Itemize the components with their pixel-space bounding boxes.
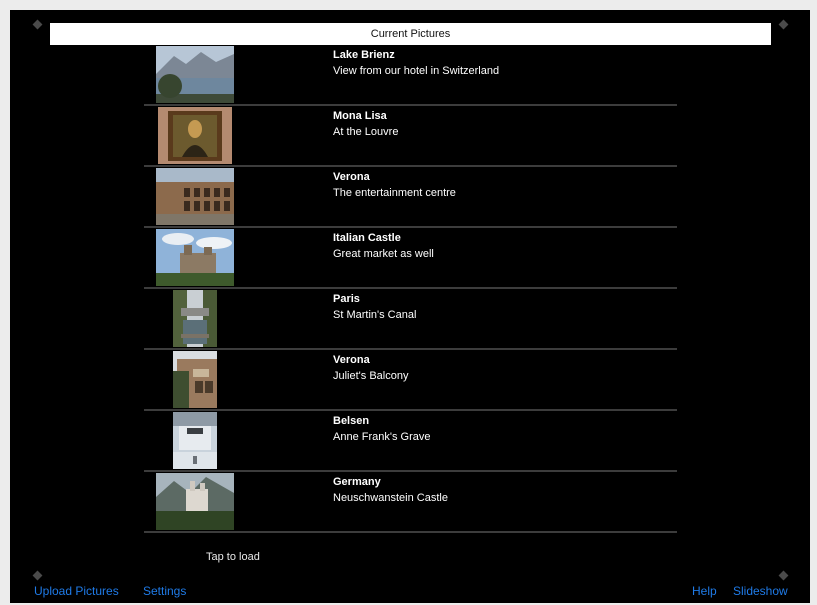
corner-marker-bottom-right: [778, 570, 789, 581]
picture-text: Verona The entertainment centre: [333, 170, 456, 201]
app-screen: Current Pictures Lake Brienz View from o…: [10, 10, 810, 603]
picture-title: Verona: [333, 171, 370, 183]
picture-text: Paris St Martin's Canal: [333, 292, 416, 323]
picture-caption: Anne Frank's Grave: [333, 431, 431, 443]
juliets-balcony-thumbnail: [173, 351, 217, 408]
picture-text: Italian Castle Great market as well: [333, 231, 434, 262]
belsen-thumbnail: [173, 412, 217, 469]
picture-caption: Juliet's Balcony: [333, 370, 409, 382]
picture-caption: View from our hotel in Switzerland: [333, 65, 500, 77]
lake-brienz-thumbnail: [156, 46, 234, 103]
picture-text: Mona Lisa At the Louvre: [333, 109, 398, 140]
picture-row-italian-castle[interactable]: Italian Castle Great market as well: [144, 228, 677, 289]
upload-pictures-button[interactable]: Upload Pictures: [34, 584, 119, 598]
page-title: Current Pictures: [50, 23, 771, 45]
picture-row-lake-brienz[interactable]: Lake Brienz View from our hotel in Switz…: [144, 45, 677, 106]
neuschwanstein-thumbnail: [156, 473, 234, 530]
help-button[interactable]: Help: [692, 584, 717, 598]
picture-title: Verona: [333, 354, 370, 366]
picture-row-paris-canal[interactable]: Paris St Martin's Canal: [144, 289, 677, 350]
verona-arena-thumbnail: [156, 168, 234, 225]
settings-button[interactable]: Settings: [143, 584, 186, 598]
picture-title: Paris: [333, 293, 360, 305]
picture-row-juliets-balcony[interactable]: Verona Juliet's Balcony: [144, 350, 677, 411]
picture-title: Belsen: [333, 415, 370, 427]
picture-row-belsen[interactable]: Belsen Anne Frank's Grave: [144, 411, 677, 472]
picture-caption: The entertainment centre: [333, 187, 456, 199]
picture-title: Lake Brienz: [333, 49, 395, 61]
picture-text: Germany Neuschwanstein Castle: [333, 475, 448, 506]
picture-caption: Neuschwanstein Castle: [333, 492, 448, 504]
corner-marker-top-right: [778, 19, 789, 30]
picture-title: Mona Lisa: [333, 110, 387, 122]
mona-lisa-thumbnail: [158, 107, 232, 164]
picture-text: Verona Juliet's Balcony: [333, 353, 408, 384]
picture-title: Germany: [333, 476, 381, 488]
tap-to-load-button[interactable]: Tap to load: [206, 551, 260, 563]
corner-marker-top-left: [32, 19, 43, 30]
picture-list: Lake Brienz View from our hotel in Switz…: [144, 45, 677, 533]
picture-row-mona-lisa[interactable]: Mona Lisa At the Louvre: [144, 106, 677, 167]
picture-title: Italian Castle: [333, 232, 401, 244]
picture-row-verona-arena[interactable]: Verona The entertainment centre: [144, 167, 677, 228]
picture-row-neuschwanstein[interactable]: Germany Neuschwanstein Castle: [144, 472, 677, 533]
picture-caption: St Martin's Canal: [333, 309, 417, 321]
picture-text: Lake Brienz View from our hotel in Switz…: [333, 48, 499, 79]
picture-text: Belsen Anne Frank's Grave: [333, 414, 430, 445]
picture-caption: At the Louvre: [333, 126, 399, 138]
paris-canal-thumbnail: [173, 290, 217, 347]
picture-caption: Great market as well: [333, 248, 434, 260]
italian-castle-thumbnail: [156, 229, 234, 286]
corner-marker-bottom-left: [32, 570, 43, 581]
slideshow-button[interactable]: Slideshow: [733, 584, 788, 598]
